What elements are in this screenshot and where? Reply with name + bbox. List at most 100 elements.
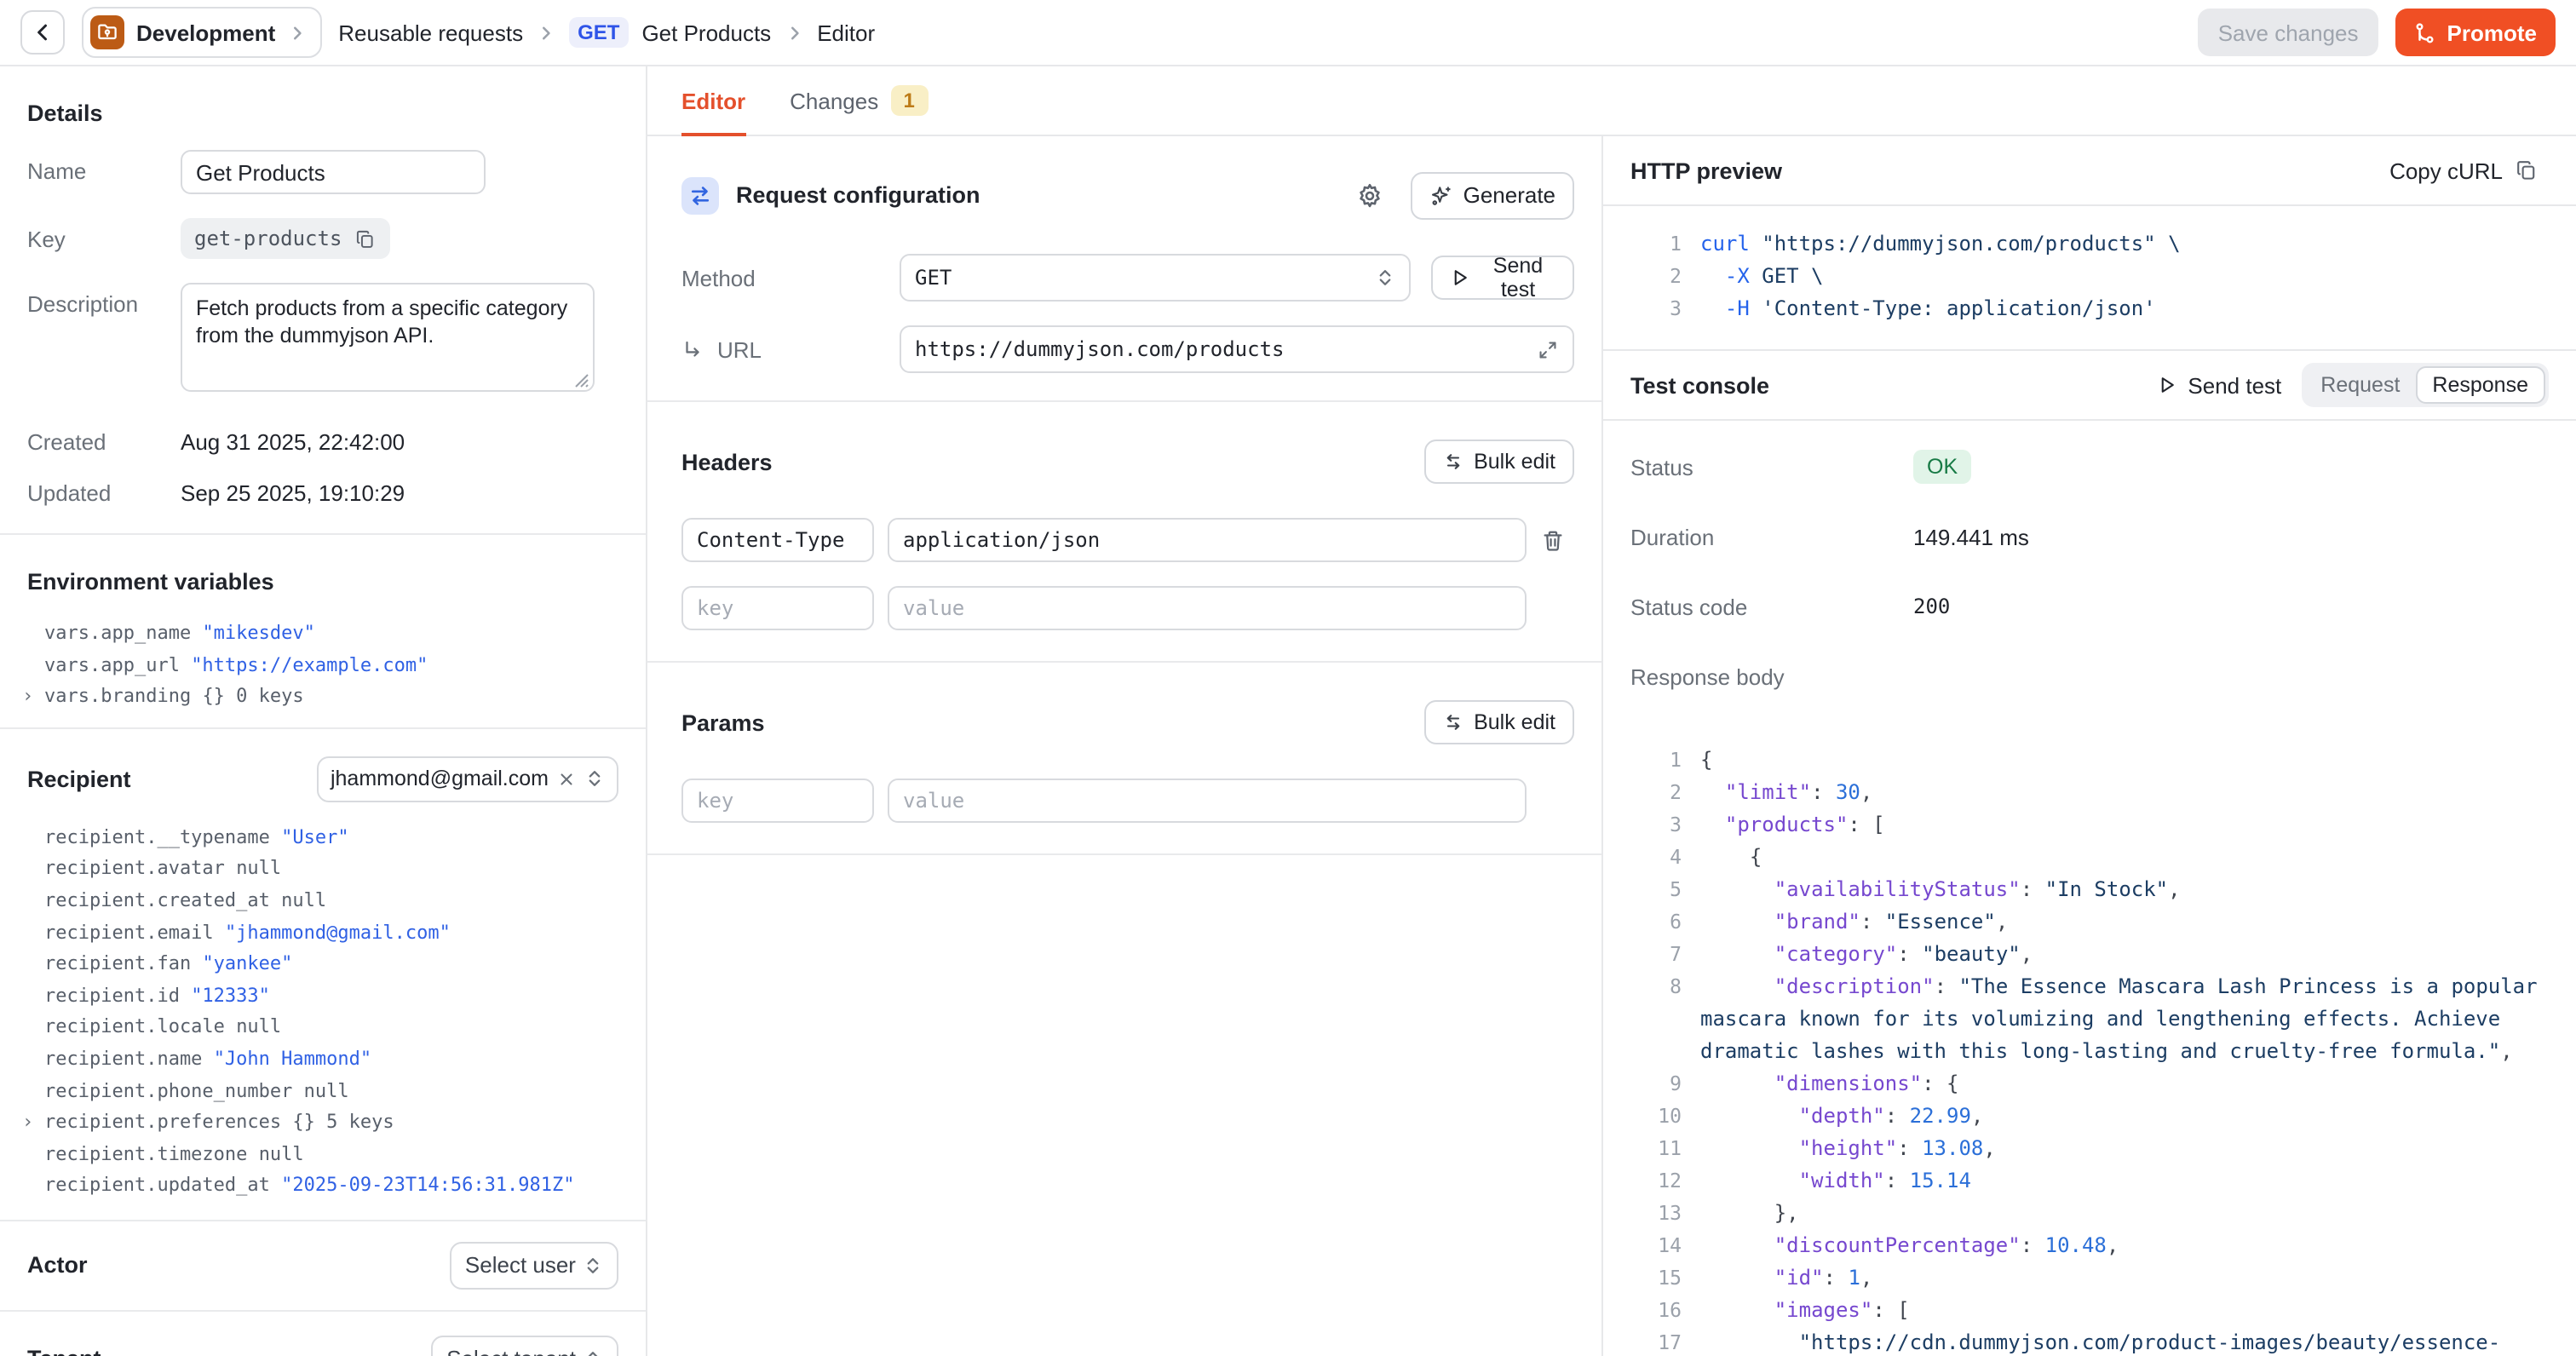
url-input[interactable]: https://dummyjson.com/products <box>900 326 1574 374</box>
status-badge: OK <box>1913 450 1971 484</box>
breadcrumb-request-name[interactable]: Get Products <box>641 20 771 45</box>
editor-tab-bar: Editor Changes 1 <box>647 66 2576 136</box>
description-label: Description <box>27 283 181 317</box>
code-line: 6 "brand": "Essence", <box>1627 906 2552 939</box>
code-line: 16 "images": [ <box>1627 1295 2552 1327</box>
code-line: 10 "depth": 22.99, <box>1627 1100 2552 1133</box>
status-code-label: Status code <box>1630 594 1913 619</box>
details-title: Details <box>27 101 618 126</box>
response-body-row: Response body <box>1630 658 2549 695</box>
status-code-value: 200 <box>1913 595 1950 618</box>
environment-variables-list: vars.app_name "mikesdev"vars.app_url "ht… <box>27 618 618 714</box>
recipient-title: Recipient <box>27 767 131 792</box>
chevron-updown-icon <box>1375 268 1395 289</box>
promote-button[interactable]: Promote <box>2396 9 2556 56</box>
expand-icon[interactable] <box>1537 339 1559 361</box>
toggle-request[interactable]: Request <box>2305 366 2415 404</box>
method-label: Method <box>681 266 900 291</box>
preview-panel: HTTP preview Copy cURL 1curl "https://du… <box>1603 136 2576 1356</box>
recipient-field-row: recipient.phone_number null <box>27 1076 618 1107</box>
created-value: Aug 31 2025, 22:42:00 <box>181 421 405 455</box>
app-window: Development Reusable requests GET Get Pr… <box>0 0 2576 1356</box>
request-method-badge: GET <box>569 17 628 48</box>
code-line: 3 -H 'Content-Type: application/json' <box>1627 293 2552 325</box>
breadcrumb: Reusable requests GET Get Products Edito… <box>338 17 875 48</box>
code-line: 12 "width": 15.14 <box>1627 1165 2552 1198</box>
delete-header-button[interactable] <box>1540 528 1574 554</box>
clear-icon[interactable] <box>557 770 576 789</box>
code-line: 8 "description": "The Essence Mascara La… <box>1627 971 2552 1068</box>
play-icon <box>2157 375 2177 395</box>
breadcrumb-reusable-requests[interactable]: Reusable requests <box>338 20 523 45</box>
updated-value: Sep 25 2025, 19:10:29 <box>181 472 405 506</box>
header-value-input[interactable] <box>888 519 1527 563</box>
tab-editor[interactable]: Editor <box>681 66 745 135</box>
environment-name: Development <box>136 20 275 45</box>
save-changes-button[interactable]: Save changes <box>2198 9 2379 56</box>
console-send-test-button[interactable]: Send test <box>2157 372 2281 398</box>
recipient-field-row: recipient.updated_at "2025-09-23T14:56:3… <box>27 1171 618 1203</box>
url-label: URL <box>681 337 900 363</box>
copy-key-button[interactable] <box>354 227 376 250</box>
actor-select[interactable]: Select user <box>450 1242 618 1290</box>
recipient-combobox[interactable]: jhammond@gmail.com <box>317 756 618 802</box>
request-response-toggle: Request Response <box>2302 363 2549 407</box>
header-key-input[interactable] <box>681 519 874 563</box>
tab-changes[interactable]: Changes 1 <box>790 66 928 135</box>
header-value-input-empty[interactable] <box>888 587 1527 631</box>
name-row: Name <box>27 150 618 194</box>
param-value-input[interactable] <box>888 779 1527 824</box>
trash-icon <box>1540 528 1566 554</box>
chevron-right-icon[interactable]: › <box>22 681 33 713</box>
http-preview-title: HTTP preview <box>1630 158 1782 183</box>
recipient-field-row: recipient.timezone null <box>27 1139 618 1170</box>
breadcrumb-editor[interactable]: Editor <box>817 20 875 45</box>
recipient-field-row: recipient.avatar null <box>27 854 618 886</box>
recipient-field-row[interactable]: ›recipient.preferences {} 5 keys <box>27 1107 618 1139</box>
code-line: 1curl "https://dummyjson.com/products" \ <box>1627 228 2552 261</box>
duration-value: 149.441 ms <box>1913 524 2029 549</box>
copy-curl-button[interactable]: Copy cURL <box>2379 156 2549 185</box>
request-editor-panel: Request configuration <box>647 136 1603 1356</box>
chevron-updown-icon <box>583 1349 603 1356</box>
created-row: Created Aug 31 2025, 22:42:00 <box>27 421 618 455</box>
status-code-row: Status code 200 <box>1630 588 2549 625</box>
environment-variable-row[interactable]: ›vars.branding {} 0 keys <box>27 681 618 713</box>
chevron-right-icon <box>785 23 803 42</box>
method-select[interactable]: GET <box>900 255 1411 302</box>
code-line: 7 "category": "beauty", <box>1627 939 2552 971</box>
generate-button[interactable]: Generate <box>1411 171 1574 219</box>
send-test-button[interactable]: Send test <box>1431 256 1574 301</box>
code-line: 2 "limit": 30, <box>1627 777 2552 809</box>
environment-switcher[interactable]: Development <box>82 7 321 58</box>
header-key-input-empty[interactable] <box>681 587 874 631</box>
settings-gear-button[interactable] <box>1353 178 1387 212</box>
copy-icon <box>2515 158 2539 182</box>
environment-variable-row: vars.app_url "https://example.com" <box>27 650 618 681</box>
code-line: 13 }, <box>1627 1198 2552 1230</box>
chevron-right-icon[interactable]: › <box>22 1107 33 1139</box>
toggle-response[interactable]: Response <box>2415 366 2545 404</box>
description-textarea[interactable]: Fetch products from a specific category … <box>181 283 595 392</box>
key-value-pill: get-products <box>181 218 389 259</box>
response-body-code: 1{2 "limit": 30,3 "products": [4 {5 "ava… <box>1603 727 2576 1356</box>
duration-label: Duration <box>1630 524 1913 549</box>
back-button[interactable] <box>20 10 65 55</box>
actor-title: Actor <box>27 1253 88 1278</box>
chevron-right-icon <box>537 23 555 42</box>
params-bulk-edit-button[interactable]: Bulk edit <box>1424 701 1574 745</box>
name-input[interactable] <box>181 150 486 194</box>
headers-bulk-edit-button[interactable]: Bulk edit <box>1424 440 1574 485</box>
name-label: Name <box>27 150 181 184</box>
status-label: Status <box>1630 454 1913 480</box>
code-line: 9 "dimensions": { <box>1627 1068 2552 1100</box>
tenant-select[interactable]: Select tenant <box>431 1336 618 1356</box>
chevron-right-icon <box>287 23 306 42</box>
copy-icon <box>354 227 376 250</box>
request-configuration-title: Request configuration <box>736 182 1336 208</box>
params-title: Params <box>681 710 765 736</box>
param-key-input[interactable] <box>681 779 874 824</box>
tenant-title: Tenant <box>27 1347 101 1356</box>
recipient-field-row: recipient.fan "yankee" <box>27 949 618 980</box>
updated-label: Updated <box>27 472 181 506</box>
